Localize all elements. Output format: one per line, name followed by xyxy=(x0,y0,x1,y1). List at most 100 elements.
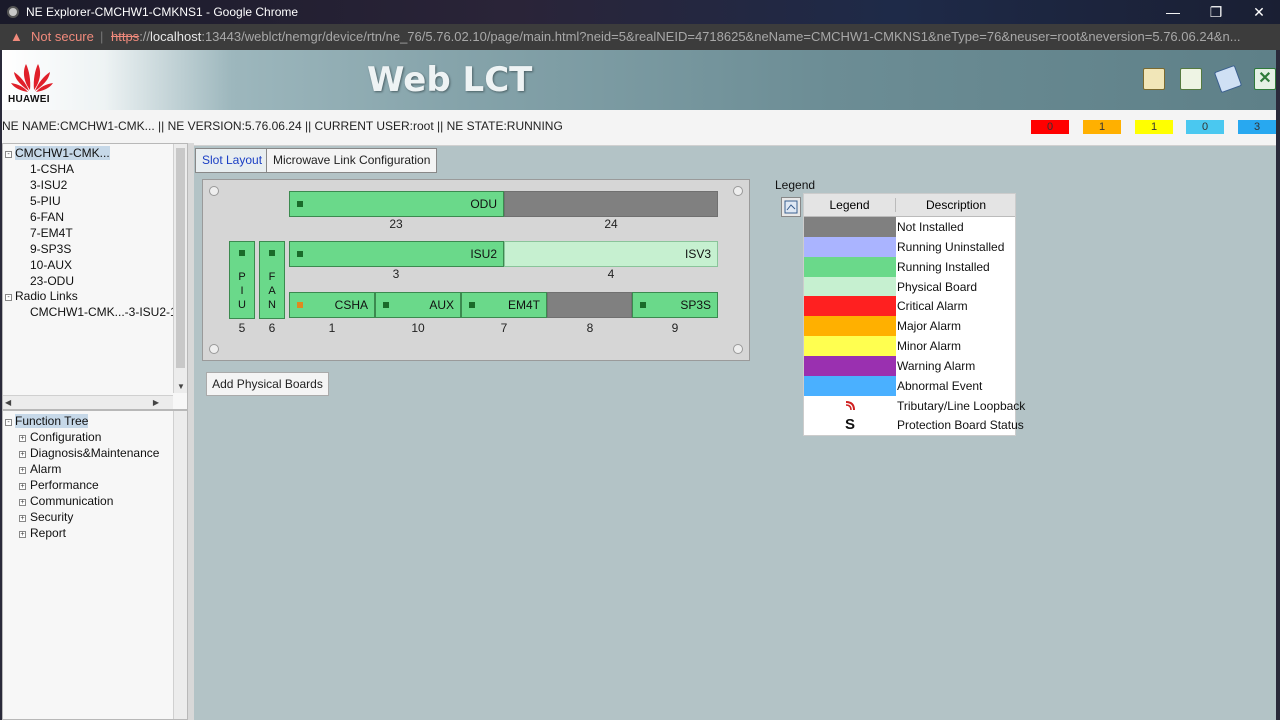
url-host: localhost xyxy=(150,29,202,44)
tree-expand-icon[interactable]: + xyxy=(19,483,26,490)
tree-root-ne[interactable]: CMCHW1-CMK... xyxy=(15,146,110,160)
minimize-icon[interactable]: — xyxy=(1161,2,1185,22)
function-tree-item[interactable]: Report xyxy=(30,526,66,540)
tree-radio-links[interactable]: Radio Links xyxy=(15,289,78,303)
tree-board-item[interactable]: 9-SP3S xyxy=(30,242,71,256)
tree-collapse-icon[interactable]: - xyxy=(5,151,12,158)
tree-board-item[interactable]: 10-AUX xyxy=(30,258,72,272)
scroll-left-arrow-icon[interactable]: ◀ xyxy=(5,398,11,407)
tree-horizontal-scrollbar[interactable]: ◀ ▶ xyxy=(3,395,173,409)
address-bar[interactable]: ▲ Not secure | https://localhost:13443/w… xyxy=(0,24,1280,50)
home-icon[interactable] xyxy=(1143,68,1165,90)
event-count[interactable]: 3 xyxy=(1238,120,1276,134)
legend-description: Warning Alarm xyxy=(897,358,976,373)
legend-title: Legend xyxy=(775,178,816,192)
tree-collapse-icon[interactable]: - xyxy=(5,294,12,301)
tree-board-item[interactable]: 1-CSHA xyxy=(30,162,74,176)
scrollbar-thumb[interactable] xyxy=(176,148,185,368)
slot-number: 6 xyxy=(268,321,276,335)
pane-splitter[interactable] xyxy=(188,143,194,720)
tree-expand-icon[interactable]: + xyxy=(19,499,26,506)
legend-toggle-icon[interactable] xyxy=(781,197,801,217)
slot-board-label: ISV3 xyxy=(684,247,711,261)
tree-radio-link-item[interactable]: CMCHW1-CMK...-3-ISU2-1 xyxy=(30,305,173,319)
edit-icon[interactable] xyxy=(1213,64,1243,94)
function-tree-item[interactable]: Configuration xyxy=(30,430,101,444)
slot-9-sp3s[interactable]: SP3S xyxy=(632,292,718,318)
tree-expand-icon[interactable]: + xyxy=(19,451,26,458)
close-icon[interactable]: ✕ xyxy=(1247,2,1271,22)
slot-3-isu2[interactable]: ISU2 xyxy=(289,241,504,267)
legend-description: Minor Alarm xyxy=(897,339,962,354)
brand-name: HUAWEI xyxy=(8,94,50,105)
slot-10-aux[interactable]: AUX xyxy=(375,292,461,318)
add-physical-boards-button[interactable]: Add Physical Boards xyxy=(206,372,329,396)
ne-info-bar: NE NAME:CMCHW1-CMK... || NE VERSION:5.76… xyxy=(2,110,1276,146)
warning-alarm-count[interactable]: 0 xyxy=(1186,120,1224,134)
slot-number: 3 xyxy=(392,267,400,281)
slot-number: 10 xyxy=(411,321,425,335)
tree-expand-icon[interactable]: + xyxy=(19,467,26,474)
tree-expand-icon[interactable]: + xyxy=(19,531,26,538)
board-status-led xyxy=(297,201,303,207)
slot-7-em4t[interactable]: EM4T xyxy=(461,292,547,318)
board-status-led xyxy=(239,250,245,256)
legend-row: Minor Alarm xyxy=(804,336,1015,356)
legend-row: Physical Board xyxy=(804,276,1015,297)
board-status-led xyxy=(269,250,275,256)
legend-description: Running Uninstalled xyxy=(897,239,1005,254)
legend-description: Protection Board Status xyxy=(897,418,1024,433)
slot-6-fan[interactable]: FAN xyxy=(259,241,285,319)
legend-row: Not Installed xyxy=(804,217,1015,237)
slot-5-piu[interactable]: PIU xyxy=(229,241,255,319)
window-title: NE Explorer-CMCHW1-CMKNS1 - Google Chrom… xyxy=(26,5,299,19)
minor-alarm-count[interactable]: 1 xyxy=(1135,120,1173,134)
screw-icon xyxy=(209,186,219,196)
function-tree-item[interactable]: Security xyxy=(30,510,73,524)
list-icon[interactable] xyxy=(1180,68,1202,90)
function-tree-item[interactable]: Diagnosis&Maintenance xyxy=(30,446,159,460)
legend-swatch xyxy=(804,355,896,376)
slot-23-odu[interactable]: ODU xyxy=(289,191,504,217)
restore-icon[interactable]: ❐ xyxy=(1204,2,1228,22)
tree-expand-icon[interactable]: + xyxy=(19,515,26,522)
url-scheme: https xyxy=(111,29,140,44)
scroll-down-arrow-icon[interactable]: ▼ xyxy=(177,382,185,391)
tree-expand-icon[interactable]: + xyxy=(19,435,26,442)
slot-8-empty[interactable] xyxy=(547,292,632,318)
function-tree-item[interactable]: Communication xyxy=(30,494,113,508)
scroll-right-arrow-icon[interactable]: ▶ xyxy=(153,398,159,407)
slot-4-isv3[interactable]: ISV3 xyxy=(504,241,718,267)
function-tree-item[interactable]: Alarm xyxy=(30,462,61,476)
slot-number: 7 xyxy=(500,321,508,335)
function-tree-scrollbar[interactable] xyxy=(173,411,187,719)
tree-collapse-icon[interactable]: - xyxy=(5,419,12,426)
tree-vertical-scrollbar[interactable]: ▼ xyxy=(173,144,187,393)
slot-board-label: CSHA xyxy=(334,298,368,312)
legend-swatch xyxy=(804,256,896,277)
function-tree-item[interactable]: Performance xyxy=(30,478,99,492)
tab-slot-layout[interactable]: Slot Layout xyxy=(195,148,270,173)
legend-swatch xyxy=(804,375,896,396)
board-status-led xyxy=(297,302,303,308)
exit-icon[interactable]: ✕ xyxy=(1254,68,1276,90)
tree-board-item[interactable]: 5-PIU xyxy=(30,194,61,208)
legend-swatch xyxy=(804,316,896,337)
major-alarm-count[interactable]: 1 xyxy=(1083,120,1121,134)
function-tree-root[interactable]: Function Tree xyxy=(15,414,89,428)
slot-board-label: ODU xyxy=(470,197,497,211)
slot-24-empty[interactable] xyxy=(504,191,718,217)
tree-board-item[interactable]: 3-ISU2 xyxy=(30,178,67,192)
protection-status-icon: S xyxy=(804,415,896,436)
slot-1-csha[interactable]: CSHA xyxy=(289,292,375,318)
critical-alarm-count[interactable]: 0 xyxy=(1031,120,1069,134)
tab-microwave-link-configuration[interactable]: Microwave Link Configuration xyxy=(266,148,438,173)
not-secure-label[interactable]: Not secure xyxy=(31,29,94,44)
tree-board-item[interactable]: 23-ODU xyxy=(30,274,74,288)
legend-swatch xyxy=(804,236,896,257)
legend-description: Running Installed xyxy=(897,259,990,274)
tree-board-item[interactable]: 7-EM4T xyxy=(30,226,73,240)
slot-number: 23 xyxy=(389,217,403,231)
tree-board-item[interactable]: 6-FAN xyxy=(30,210,64,224)
url-text[interactable]: https://localhost:13443/weblct/nemgr/dev… xyxy=(111,29,1266,44)
